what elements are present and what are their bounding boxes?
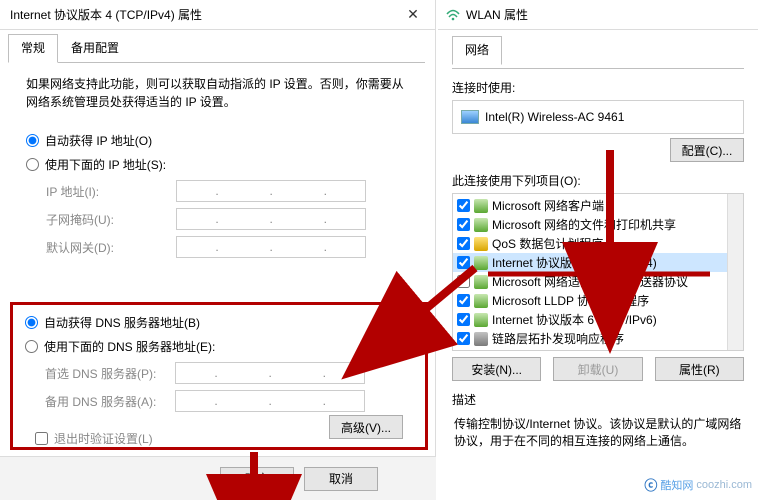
component-icon	[474, 294, 488, 308]
list-item[interactable]: Internet 协议版本 6 (TCP/IPv6)	[453, 310, 743, 329]
list-item[interactable]: Internet 协议版本 4 (TCP/IPv4)	[453, 253, 743, 272]
list-item[interactable]: Microsoft LLDP 协议驱动程序	[453, 291, 743, 310]
component-icon	[474, 275, 488, 289]
dialog-title: WLAN 属性	[466, 6, 528, 23]
adapter-name: Intel(R) Wireless-AC 9461	[485, 110, 624, 124]
item-label: Microsoft 网络的文件和打印机共享	[492, 216, 676, 233]
list-item[interactable]: Microsoft 网络的文件和打印机共享	[453, 215, 743, 234]
ok-button[interactable]: 确定	[220, 467, 294, 491]
item-label: Microsoft 网络客户端	[492, 197, 604, 214]
item-label: QoS 数据包计划程序	[492, 235, 603, 252]
gateway-input[interactable]: ...	[176, 236, 366, 258]
advanced-button[interactable]: 高级(V)...	[329, 415, 403, 439]
dns2-input[interactable]: ...	[175, 390, 365, 412]
close-icon[interactable]: ✕	[391, 0, 435, 30]
watermark-logo-icon: ⓒ	[644, 475, 657, 494]
ip-group: 自动获得 IP 地址(O) 使用下面的 IP 地址(S): IP 地址(I): …	[26, 129, 409, 261]
items-label: 此连接使用下列项目(O):	[452, 172, 744, 189]
radio-dns-manual-label: 使用下面的 DNS 服务器地址(E):	[44, 338, 215, 355]
list-item[interactable]: Microsoft 网络客户端	[453, 196, 743, 215]
ip-address-label: IP 地址(I):	[46, 183, 176, 200]
component-icon	[474, 332, 488, 346]
validate-label: 退出时验证设置(L)	[54, 430, 153, 447]
component-icon	[474, 218, 488, 232]
radio-ip-auto[interactable]	[26, 134, 39, 147]
wlan-properties-dialog: WLAN 属性 网络 连接时使用: Intel(R) Wireless-AC 9…	[438, 0, 758, 500]
description-text: 如果网络支持此功能，则可以获取自动指派的 IP 设置。否则，你需要从网络系统管理…	[26, 75, 409, 111]
gateway-label: 默认网关(D):	[46, 239, 176, 256]
description-body: 传输控制协议/Internet 协议。该协议是默认的广域网络协议，用于在不同的相…	[452, 412, 744, 454]
radio-dns-auto[interactable]	[25, 316, 38, 329]
tab-alternate[interactable]: 备用配置	[58, 34, 132, 63]
item-label: 链路层拓扑发现响应程序	[492, 330, 624, 347]
watermark: ⓒ 酷知网 coozhi.com	[644, 475, 752, 494]
cancel-button[interactable]: 取消	[304, 467, 378, 491]
item-label: Microsoft LLDP 协议驱动程序	[492, 292, 649, 309]
adapter-icon	[461, 110, 479, 124]
properties-button[interactable]: 属性(R)	[655, 357, 744, 381]
radio-ip-manual-label: 使用下面的 IP 地址(S):	[45, 156, 166, 173]
install-button[interactable]: 安装(N)...	[452, 357, 541, 381]
watermark-url: coozhi.com	[696, 479, 752, 491]
radio-ip-auto-label: 自动获得 IP 地址(O)	[45, 132, 152, 149]
dialog-footer: 确定 取消	[0, 456, 436, 500]
item-checkbox[interactable]	[457, 237, 470, 250]
item-checkbox[interactable]	[457, 275, 470, 288]
validate-checkbox[interactable]	[35, 432, 48, 445]
item-label: Internet 协议版本 6 (TCP/IPv6)	[492, 311, 657, 328]
dns2-label: 备用 DNS 服务器(A):	[45, 393, 175, 410]
item-label: Microsoft 网络适配器多路传送器协议	[492, 273, 688, 290]
dns-group-highlight: 自动获得 DNS 服务器地址(B) 使用下面的 DNS 服务器地址(E): 首选…	[10, 302, 428, 450]
scrollbar[interactable]	[727, 194, 743, 350]
component-icon	[474, 256, 488, 270]
wifi-icon	[446, 9, 460, 21]
component-icon	[474, 237, 488, 251]
ipv4-properties-dialog: Internet 协议版本 4 (TCP/IPv4) 属性 ✕ 常规 备用配置 …	[0, 0, 436, 500]
dialog-title: Internet 协议版本 4 (TCP/IPv4) 属性	[10, 6, 202, 23]
radio-dns-auto-label: 自动获得 DNS 服务器地址(B)	[44, 314, 200, 331]
titlebar: Internet 协议版本 4 (TCP/IPv4) 属性 ✕	[0, 0, 435, 30]
list-item[interactable]: 链路层拓扑发现响应程序	[453, 329, 743, 348]
ip-address-input[interactable]: ...	[176, 180, 366, 202]
item-checkbox[interactable]	[457, 294, 470, 307]
item-checkbox[interactable]	[457, 199, 470, 212]
list-item[interactable]: QoS 数据包计划程序	[453, 234, 743, 253]
component-icon	[474, 313, 488, 327]
dns1-label: 首选 DNS 服务器(P):	[45, 365, 175, 382]
item-checkbox[interactable]	[457, 256, 470, 269]
tab-general[interactable]: 常规	[8, 34, 58, 63]
tab-network[interactable]: 网络	[452, 36, 502, 65]
titlebar: WLAN 属性	[438, 0, 758, 30]
configure-button[interactable]: 配置(C)...	[670, 138, 744, 162]
component-icon	[474, 199, 488, 213]
radio-ip-manual[interactable]	[26, 158, 39, 171]
list-item[interactable]: Microsoft 网络适配器多路传送器协议	[453, 272, 743, 291]
uninstall-button[interactable]: 卸载(U)	[553, 357, 642, 381]
item-label: Internet 协议版本 4 (TCP/IPv4)	[492, 254, 657, 271]
subnet-label: 子网掩码(U):	[46, 211, 176, 228]
item-checkbox[interactable]	[457, 218, 470, 231]
components-listbox[interactable]: Microsoft 网络客户端 Microsoft 网络的文件和打印机共享 QoS …	[452, 193, 744, 351]
item-checkbox[interactable]	[457, 313, 470, 326]
tabstrip: 常规 备用配置	[0, 34, 435, 63]
dns1-input[interactable]: ...	[175, 362, 365, 384]
connect-using-label: 连接时使用:	[452, 79, 744, 96]
description-header: 描述	[452, 391, 744, 408]
adapter-box: Intel(R) Wireless-AC 9461	[452, 100, 744, 134]
radio-dns-manual[interactable]	[25, 340, 38, 353]
watermark-brand: 酷知网	[660, 477, 693, 493]
subnet-input[interactable]: ...	[176, 208, 366, 230]
item-checkbox[interactable]	[457, 332, 470, 345]
